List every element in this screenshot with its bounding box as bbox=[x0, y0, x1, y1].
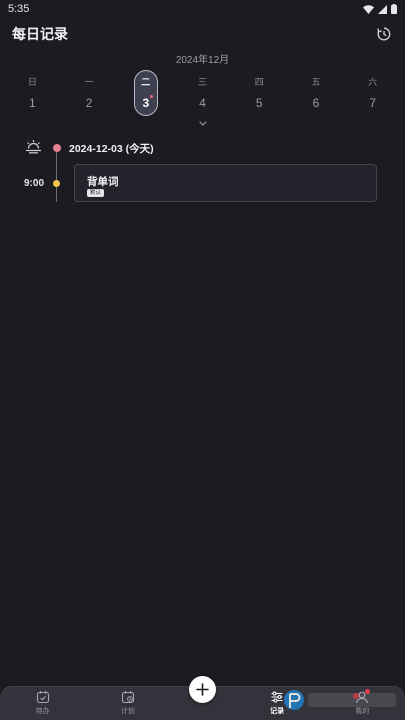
add-record-button[interactable] bbox=[189, 676, 216, 703]
day-cell-4[interactable]: 三 4 bbox=[174, 70, 231, 118]
expand-calendar-button[interactable] bbox=[196, 118, 210, 128]
day-number: 3 bbox=[142, 96, 150, 110]
weekday-label: 五 bbox=[311, 77, 321, 87]
timeline-line bbox=[56, 148, 57, 202]
weekday-label: 日 bbox=[27, 77, 37, 87]
weekday-label: 一 bbox=[84, 77, 94, 87]
weekday-label: 二 bbox=[141, 77, 151, 87]
sliders-icon bbox=[271, 691, 283, 703]
nav-label: 我的 bbox=[355, 708, 370, 715]
app-screen: 5:35 每日记录 2024年12月 日 1 一 2 二 3 三 4 四 5 五… bbox=[0, 0, 405, 720]
day-cell-2[interactable]: 一 2 bbox=[61, 70, 118, 118]
calendar-check-icon bbox=[36, 691, 49, 704]
weekday-label: 三 bbox=[198, 77, 208, 87]
nav-item-mine[interactable]: 我的 bbox=[320, 687, 405, 720]
nav-label: 计划 bbox=[120, 708, 135, 715]
task-title: 背单词 bbox=[87, 176, 119, 188]
day-cell-3-selected[interactable]: 二 3 bbox=[117, 70, 174, 118]
day-number: 1 bbox=[29, 96, 36, 110]
day-number: 2 bbox=[85, 96, 93, 110]
wifi-icon bbox=[363, 4, 374, 14]
status-time: 5:35 bbox=[8, 3, 30, 15]
timeline-day-dot bbox=[52, 143, 61, 152]
plan-clock-icon bbox=[121, 691, 134, 704]
nav-item-todo[interactable]: 待办 bbox=[0, 687, 85, 720]
timeline-date-heading: 2024-12-03 (今天) bbox=[69, 143, 154, 155]
weekday-label: 四 bbox=[254, 77, 264, 87]
status-bar: 5:35 bbox=[0, 0, 405, 18]
task-time-dot bbox=[53, 180, 60, 187]
day-cell-7[interactable]: 六 7 bbox=[344, 70, 401, 118]
chevron-down-icon bbox=[199, 120, 207, 126]
day-number: 7 bbox=[369, 96, 377, 110]
battery-icon bbox=[391, 4, 397, 14]
task-time: 9:00 bbox=[24, 178, 45, 189]
day-number: 6 bbox=[312, 96, 320, 110]
task-tag-badge: 默认 bbox=[87, 189, 105, 197]
history-clock-icon bbox=[377, 27, 391, 41]
sunrise-icon bbox=[26, 140, 41, 154]
nav-item-plan[interactable]: 计划 bbox=[85, 687, 170, 720]
plus-icon bbox=[196, 683, 209, 696]
day-cell-5[interactable]: 四 5 bbox=[231, 70, 288, 118]
month-label: 2024年12月 bbox=[175, 55, 230, 66]
week-strip: 日 1 一 2 二 3 三 4 四 5 五 6 六 7 bbox=[4, 70, 401, 118]
page-title: 每日记录 bbox=[12, 26, 68, 42]
weekday-label: 六 bbox=[368, 77, 378, 87]
has-records-dot bbox=[149, 95, 153, 98]
nav-item-records[interactable]: 记录 bbox=[234, 687, 319, 720]
status-icons bbox=[363, 4, 397, 14]
nav-label: 待办 bbox=[35, 708, 50, 715]
nav-label: 记录 bbox=[270, 708, 285, 715]
day-cell-1[interactable]: 日 1 bbox=[4, 70, 61, 118]
task-card[interactable]: 背单词 默认 bbox=[74, 164, 377, 202]
header: 每日记录 bbox=[12, 24, 393, 44]
signal-icon bbox=[378, 4, 387, 14]
day-cell-6[interactable]: 五 6 bbox=[288, 70, 345, 118]
notification-badge bbox=[365, 689, 371, 694]
day-number: 5 bbox=[255, 96, 263, 110]
day-number: 4 bbox=[199, 96, 206, 110]
history-button[interactable] bbox=[375, 25, 393, 43]
